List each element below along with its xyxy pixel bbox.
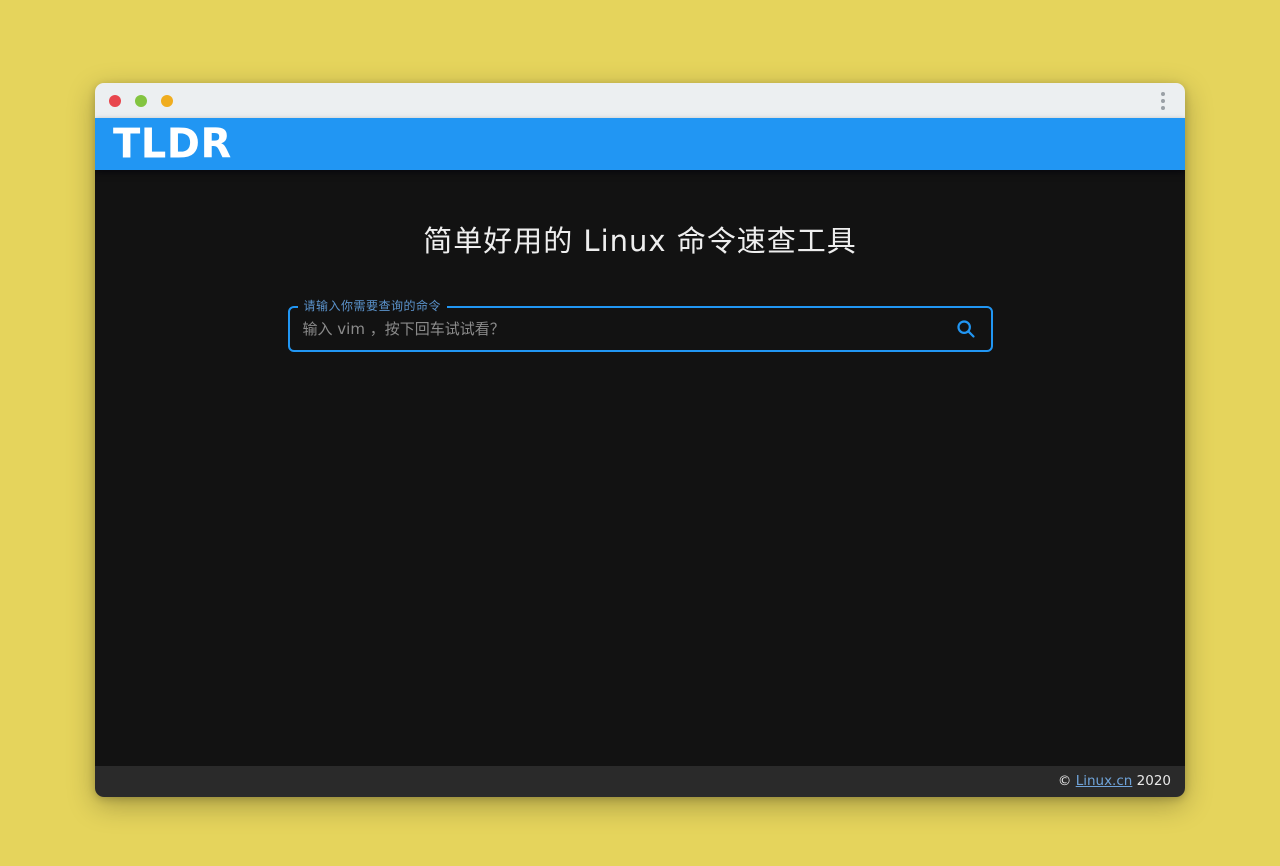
- app-header: TLDR: [95, 118, 1185, 170]
- search-label: 请输入你需要查询的命令: [298, 299, 448, 313]
- maximize-window-button[interactable]: [161, 95, 173, 107]
- footer-year: 2020: [1137, 773, 1171, 789]
- search-input[interactable]: [290, 308, 949, 350]
- traffic-lights: [109, 95, 173, 107]
- search-box: 请输入你需要查询的命令: [288, 306, 993, 352]
- search-icon[interactable]: [949, 312, 983, 346]
- browser-window: TLDR 简单好用的 Linux 命令速查工具 请输入你需要查询的命令 © Li…: [95, 83, 1185, 797]
- copyright-symbol: ©: [1058, 773, 1072, 789]
- footer: © Linux.cn 2020: [95, 766, 1185, 797]
- minimize-window-button[interactable]: [135, 95, 147, 107]
- kebab-menu-icon[interactable]: [1155, 88, 1171, 114]
- page-title: 简单好用的 Linux 命令速查工具: [95, 218, 1185, 260]
- close-window-button[interactable]: [109, 95, 121, 107]
- app-logo: TLDR: [113, 124, 232, 165]
- linux-cn-link[interactable]: Linux.cn: [1076, 773, 1133, 789]
- main-content: 简单好用的 Linux 命令速查工具 请输入你需要查询的命令: [95, 170, 1185, 766]
- window-titlebar: [95, 83, 1185, 118]
